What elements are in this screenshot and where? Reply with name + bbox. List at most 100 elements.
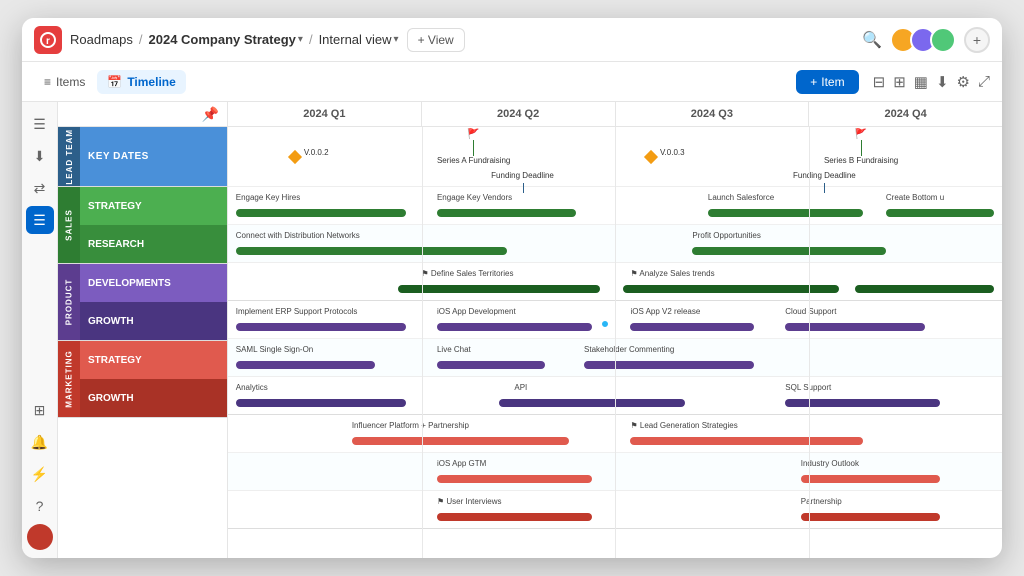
svg-text:r: r [46, 36, 50, 47]
connect-dist-bar [236, 247, 507, 255]
marketing-growth-text: GROWTH [88, 393, 134, 404]
sidebar-icon-3[interactable]: ⇄ [26, 174, 54, 202]
sidebar-icon-1[interactable]: ☰ [26, 110, 54, 138]
funding-deadline-2-label: Funding Deadline [793, 171, 856, 180]
flag-icon-green: 🚩 [467, 129, 479, 140]
chevron-down-icon2: ▾ [394, 34, 399, 45]
product-dev-row: PRODUCT DEVELOPMENTS [58, 264, 227, 302]
sales-research-text: RESEARCH [88, 239, 144, 250]
partnership-label: Partnership [801, 497, 842, 506]
timeline-icon: 📅 [107, 75, 122, 89]
sidebar-icon-2[interactable]: ⬇ [26, 142, 54, 170]
marketing-group: MARKETING STRATEGY GROWTH [58, 341, 227, 418]
saml-bar [236, 361, 375, 369]
product-dev-label: DEVELOPMENTS [80, 264, 227, 302]
fullscreen-icon[interactable]: ⤢ [978, 73, 990, 90]
product-growth-label: GROWTH [80, 302, 227, 340]
research-extra-bar [855, 285, 994, 293]
user-avatar[interactable] [27, 524, 53, 550]
industry-outlook-bar [801, 475, 940, 483]
sales-text: SALES [65, 209, 74, 241]
analyze-trends-bar [623, 285, 840, 293]
pin-icon: 📌 [202, 106, 219, 123]
view-dropdown[interactable]: Internal view ▾ [319, 32, 399, 47]
marketing-growth-label: GROWTH [80, 379, 227, 417]
sidebar-bottom: ⊞ 🔔 ⚡ ? [26, 396, 54, 550]
engage-key-vendors-bar [437, 209, 576, 217]
v003-label: V.0.0.3 [660, 148, 685, 157]
filter-icon[interactable]: ⊟ [873, 73, 886, 91]
funding-deadline-1-label: Funding Deadline [491, 171, 554, 180]
sales-research-row: RESEARCH [58, 225, 227, 263]
connect-dist-label: Connect with Distribution Networks [236, 231, 360, 240]
app-logo[interactable]: r [34, 26, 62, 54]
analytics-bar [236, 399, 406, 407]
milestone-v002: V.0.0.2 [290, 152, 300, 162]
sidebar-icon-help[interactable]: ? [26, 492, 54, 520]
marketing-text: MARKETING [65, 350, 74, 407]
chevron-down-icon: ▾ [298, 34, 303, 45]
product-growth-text: GROWTH [88, 316, 134, 327]
gantt-bars-area: 🚩 Series A Fundraising 🚩 Series B Fundra… [228, 127, 1002, 558]
series-a-label: Series A Fundraising [437, 156, 510, 165]
lead-team-group-label: LEAD TEAM [58, 127, 80, 186]
sales-strategy-label: STRATEGY [80, 187, 227, 225]
api-label: API [514, 383, 527, 392]
sales-strategy-text: STRATEGY [88, 201, 142, 212]
add-item-button[interactable]: + Item [796, 70, 858, 94]
user-interviews-label: ⚑ User Interviews [437, 497, 502, 506]
series-b-flag: 🚩 Series B Fundraising [824, 129, 898, 165]
ios-gtm-label: iOS App GTM [437, 459, 486, 468]
marketing-group-label: MARKETING [58, 341, 80, 417]
analyze-trends-label: ⚑ Analyze Sales trends [630, 269, 714, 278]
timeline-toggle[interactable]: 📅 Timeline [97, 70, 185, 94]
add-member-button[interactable]: + [964, 27, 990, 53]
settings-icon[interactable]: ⚙ [957, 73, 970, 91]
define-territories-label: ⚑ Define Sales Territories [422, 269, 514, 278]
sales-group: SALES STRATEGY RESEARCH [58, 187, 227, 264]
marketing-strategy-text: STRATEGY [88, 355, 142, 366]
sales-group-label: SALES [58, 187, 80, 263]
launch-salesforce-bar [708, 209, 863, 217]
user-interviews-bar [437, 513, 592, 521]
marketing-growth-row: GROWTH [58, 379, 227, 417]
ios-gtm-bar [437, 475, 592, 483]
quarter-header: 📌 2024 Q1 2024 Q2 2024 Q3 2024 Q4 [58, 102, 1002, 127]
search-icon[interactable]: 🔍 [862, 30, 882, 50]
erp-label: Implement ERP Support Protocols [236, 307, 358, 316]
label-spacer: 📌 [58, 102, 228, 126]
add-view-button[interactable]: + View [407, 28, 465, 52]
breadcrumb-root[interactable]: Roadmaps [70, 32, 133, 47]
items-label: Items [56, 75, 85, 89]
row-labels: LEAD TEAM KEY DATES SALES [58, 127, 228, 558]
toolbar-actions: ⊟ ⊞ ▦ ⬇ ⚙ ⤢ [873, 73, 990, 91]
engage-key-hires-bar [236, 209, 406, 217]
export-icon[interactable]: ⬇ [936, 73, 949, 91]
timeline-label: Timeline [127, 75, 175, 89]
main-area: ☰ ⬇ ⇄ ☰ ⊞ 🔔 ⚡ ? 📌 2024 Q1 2024 Q2 [22, 102, 1002, 558]
sales-strategy-row: SALES STRATEGY [58, 187, 227, 225]
sidebar-icon-4[interactable]: ☰ [26, 206, 54, 234]
sidebar-icon-bell[interactable]: 🔔 [26, 428, 54, 456]
add-item-label: Item [821, 75, 844, 89]
columns-icon[interactable]: ▦ [914, 73, 928, 91]
avatar-3 [930, 27, 956, 53]
ios-v2-label: iOS App V2 release [630, 307, 700, 316]
dot-indicator [600, 319, 610, 329]
sidebar-icon-grid[interactable]: ⊞ [26, 396, 54, 424]
sidebar-icon-bolt[interactable]: ⚡ [26, 460, 54, 488]
strategy-dropdown[interactable]: 2024 Company Strategy ▾ [149, 32, 303, 47]
flag-icon-green2: 🚩 [855, 129, 867, 140]
sales-research-label: RESEARCH [80, 225, 227, 263]
partnership-bar [801, 513, 940, 521]
avatar-group [890, 27, 956, 53]
gantt-chart: 📌 2024 Q1 2024 Q2 2024 Q3 2024 Q4 LEAD T… [58, 102, 1002, 558]
sidebar: ☰ ⬇ ⇄ ☰ ⊞ 🔔 ⚡ ? [22, 102, 58, 558]
diamond-v003 [644, 149, 658, 163]
lead-gen-bar [630, 437, 862, 445]
milestone-v003: V.0.0.3 [646, 152, 656, 162]
items-toggle[interactable]: ≡ Items [34, 70, 95, 94]
app-window: r Roadmaps / 2024 Company Strategy ▾ / I… [22, 18, 1002, 558]
live-chat-bar [437, 361, 545, 369]
group-icon[interactable]: ⊞ [893, 73, 906, 91]
